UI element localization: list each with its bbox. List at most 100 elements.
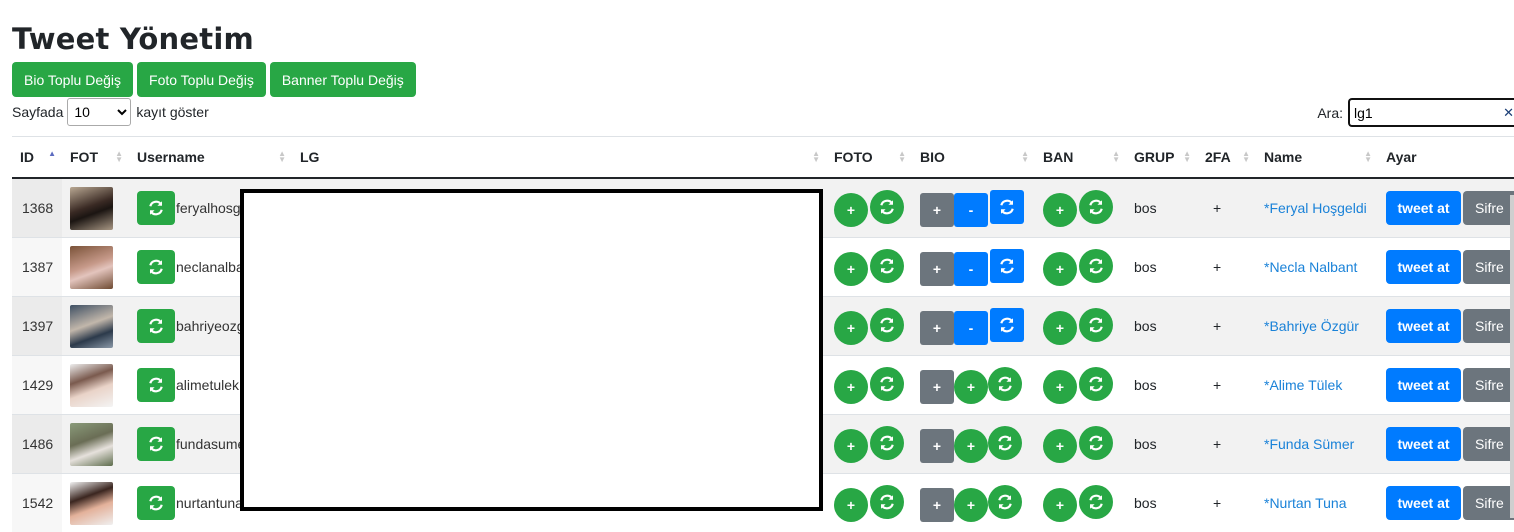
ban-add-button[interactable]: + — [1043, 488, 1077, 522]
bio-refresh-button[interactable] — [990, 190, 1024, 224]
banner-bulk-change-button[interactable]: Banner Toplu Değiş — [270, 62, 416, 97]
refresh-username-button[interactable] — [137, 486, 175, 520]
refresh-username-button[interactable] — [137, 427, 175, 461]
name-link[interactable]: *Nurtan Tuna — [1264, 495, 1347, 511]
tweet-at-button[interactable]: tweet at — [1386, 486, 1461, 520]
page-length-control: Sayfada 10 kayıt göster — [12, 98, 209, 126]
foto-add-button[interactable]: + — [834, 193, 868, 227]
ban-add-button[interactable]: + — [1043, 370, 1077, 404]
tweet-at-button[interactable]: tweet at — [1386, 191, 1461, 225]
bio-add-button[interactable]: + — [920, 193, 954, 227]
header-id[interactable]: ID▲ — [12, 137, 62, 179]
sifre-button[interactable]: Sifre — [1463, 368, 1514, 402]
profile-thumbnail[interactable] — [70, 246, 113, 289]
foto-refresh-button[interactable] — [870, 190, 904, 224]
foto-refresh-button[interactable] — [870, 367, 904, 401]
foto-add-button[interactable]: + — [834, 429, 868, 463]
profile-thumbnail[interactable] — [70, 305, 113, 348]
name-link[interactable]: *Alime Tülek — [1264, 377, 1342, 393]
ban-refresh-button[interactable] — [1079, 249, 1113, 283]
name-link[interactable]: *Bahriye Özgür — [1264, 318, 1359, 334]
tweet-at-button[interactable]: tweet at — [1386, 309, 1461, 343]
tweet-at-button[interactable]: tweet at — [1386, 368, 1461, 402]
ban-add-button[interactable]: + — [1043, 252, 1077, 286]
bio-refresh-button[interactable] — [988, 426, 1022, 460]
foto-bulk-change-button[interactable]: Foto Toplu Değiş — [137, 62, 266, 97]
refresh-username-button[interactable] — [137, 368, 175, 402]
bio-remove-button[interactable]: - — [954, 193, 988, 227]
sifre-button[interactable]: Sifre — [1463, 427, 1514, 461]
name-link[interactable]: *Funda Sümer — [1264, 436, 1354, 452]
profile-thumbnail[interactable] — [70, 482, 113, 525]
refresh-icon — [999, 199, 1015, 215]
bio-remove-button[interactable]: - — [954, 252, 988, 286]
tweet-at-button[interactable]: tweet at — [1386, 250, 1461, 284]
twofa-cell: + — [1197, 178, 1256, 238]
name-link[interactable]: *Feryal Hoşgeldi — [1264, 200, 1367, 216]
bio-refresh-button[interactable] — [988, 367, 1022, 401]
foto-refresh-button[interactable] — [870, 308, 904, 342]
header-ban[interactable]: BAN▲▼ — [1035, 137, 1126, 179]
header-fot[interactable]: FOT▲▼ — [62, 137, 129, 179]
ban-add-button[interactable]: + — [1043, 193, 1077, 227]
ban-add-button[interactable]: + — [1043, 311, 1077, 345]
page-length-select[interactable]: 10 — [67, 98, 131, 126]
profile-thumbnail[interactable] — [70, 364, 113, 407]
bio-refresh-button[interactable] — [990, 308, 1024, 342]
sifre-button[interactable]: Sifre — [1463, 486, 1514, 520]
bio-add-alt-button[interactable]: + — [954, 488, 988, 522]
ban-refresh-button[interactable] — [1079, 426, 1113, 460]
refresh-icon — [879, 435, 895, 451]
foto-add-button[interactable]: + — [834, 370, 868, 404]
name-link[interactable]: *Necla Nalbant — [1264, 259, 1357, 275]
refresh-icon — [148, 318, 164, 334]
foto-add-button[interactable]: + — [834, 252, 868, 286]
foto-refresh-button[interactable] — [870, 485, 904, 519]
foto-add-button[interactable]: + — [834, 311, 868, 345]
refresh-username-button[interactable] — [137, 191, 175, 225]
name-cell: *Bahriye Özgür — [1256, 297, 1378, 356]
bio-add-alt-button[interactable]: + — [954, 370, 988, 404]
header-bio[interactable]: BIO▲▼ — [912, 137, 1035, 179]
tweet-at-button[interactable]: tweet at — [1386, 427, 1461, 461]
search-input[interactable] — [1348, 98, 1514, 127]
bio-remove-button[interactable]: - — [954, 311, 988, 345]
ban-refresh-button[interactable] — [1079, 190, 1113, 224]
profile-thumbnail[interactable] — [70, 187, 113, 230]
bio-add-button[interactable]: + — [920, 252, 954, 286]
ayar-cell: tweet atSifre — [1378, 415, 1514, 474]
id-cell: 1429 — [12, 356, 62, 415]
ban-refresh-button[interactable] — [1079, 308, 1113, 342]
bio-refresh-button[interactable] — [990, 249, 1024, 283]
bio-add-button[interactable]: + — [920, 370, 954, 404]
header-grup[interactable]: GRUP▲▼ — [1126, 137, 1197, 179]
foto-add-button[interactable]: + — [834, 488, 868, 522]
bio-bulk-change-button[interactable]: Bio Toplu Değiş — [12, 62, 133, 97]
sort-icon: ▲▼ — [278, 151, 286, 163]
profile-thumbnail[interactable] — [70, 423, 113, 466]
ban-refresh-button[interactable] — [1079, 367, 1113, 401]
fot-cell — [62, 238, 129, 297]
header-username[interactable]: Username▲▼ — [129, 137, 292, 179]
clear-search-icon[interactable]: ✕ — [1503, 105, 1514, 121]
header-foto[interactable]: FOTO▲▼ — [826, 137, 912, 179]
bio-refresh-button[interactable] — [988, 485, 1022, 519]
refresh-username-button[interactable] — [137, 309, 175, 343]
header-2fa[interactable]: 2FA▲▼ — [1197, 137, 1256, 179]
table-scrollbar[interactable] — [1510, 195, 1514, 518]
foto-refresh-button[interactable] — [870, 426, 904, 460]
refresh-username-button[interactable] — [137, 250, 175, 284]
bio-add-button[interactable]: + — [920, 429, 954, 463]
ban-refresh-button[interactable] — [1079, 485, 1113, 519]
sifre-button[interactable]: Sifre — [1463, 250, 1514, 284]
bio-add-alt-button[interactable]: + — [954, 429, 988, 463]
foto-refresh-button[interactable] — [870, 249, 904, 283]
header-lg[interactable]: LG▲▼ — [292, 137, 826, 179]
bio-add-button[interactable]: + — [920, 488, 954, 522]
bio-add-button[interactable]: + — [920, 311, 954, 345]
header-name[interactable]: Name▲▼ — [1256, 137, 1378, 179]
name-cell: *Necla Nalbant — [1256, 238, 1378, 297]
sifre-button[interactable]: Sifre — [1463, 191, 1514, 225]
ban-add-button[interactable]: + — [1043, 429, 1077, 463]
sifre-button[interactable]: Sifre — [1463, 309, 1514, 343]
